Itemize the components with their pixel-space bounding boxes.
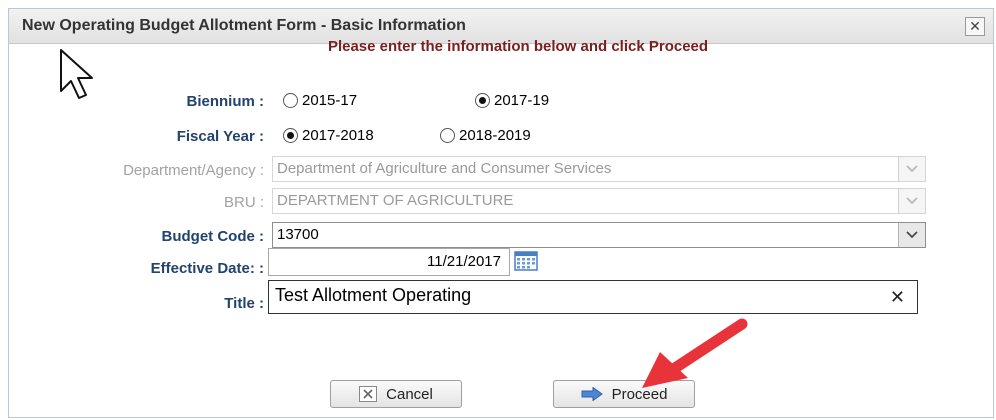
instruction-text: Please enter the information below and c… (327, 38, 709, 55)
biennium-option-2017-19[interactable]: 2017-19 (475, 92, 549, 109)
radio-selected-icon (475, 93, 490, 108)
title-input[interactable]: Test Allotment Operating ✕ (268, 280, 918, 314)
effective-date-input[interactable]: 11/21/2017 (268, 248, 510, 276)
chevron-down-icon[interactable] (898, 223, 925, 247)
bru-select: DEPARTMENT OF AGRICULTURE (272, 188, 926, 214)
biennium-option-2015-17[interactable]: 2015-17 (283, 92, 357, 109)
department-agency-select: Department of Agriculture and Consumer S… (272, 156, 926, 182)
radio-icon (440, 128, 455, 143)
department-agency-label: Department/Agency : (123, 162, 264, 179)
annotation-arrow-icon (642, 318, 748, 388)
fiscal-year-label: Fiscal Year : (176, 128, 264, 145)
radio-selected-icon (283, 128, 298, 143)
fiscal-year-option-label: 2017-2018 (302, 127, 374, 144)
fiscal-year-option-label: 2018-2019 (459, 127, 531, 144)
budget-code-label: Budget Code : (161, 228, 265, 245)
department-agency-value: Department of Agriculture and Consumer S… (277, 160, 612, 177)
title-input-value: Test Allotment Operating (275, 285, 472, 305)
calendar-icon[interactable] (514, 251, 538, 271)
fiscal-year-option-2018-2019[interactable]: 2018-2019 (440, 127, 531, 144)
title-label: Title : (224, 295, 264, 312)
radio-icon (283, 93, 298, 108)
mouse-pointer-icon (60, 49, 93, 99)
arrow-right-icon (581, 387, 603, 401)
effective-date-label: Effective Date: : (150, 260, 264, 277)
bru-value: DEPARTMENT OF AGRICULTURE (277, 192, 514, 209)
effective-date-value: 11/21/2017 (427, 253, 501, 270)
fiscal-year-option-2017-2018[interactable]: 2017-2018 (283, 127, 374, 144)
chevron-down-icon (898, 157, 925, 181)
clear-icon[interactable]: ✕ (890, 287, 905, 308)
biennium-option-label: 2015-17 (302, 92, 358, 109)
dialog-title: New Operating Budget Allotment Form - Ba… (22, 17, 466, 34)
chevron-down-icon (898, 189, 925, 213)
biennium-label: Biennium : (186, 93, 265, 110)
cancel-button[interactable]: Cancel (330, 380, 462, 408)
cancel-x-icon (359, 386, 378, 402)
bru-label: BRU : (223, 194, 264, 211)
budget-code-select[interactable]: 13700 (272, 222, 926, 248)
budget-code-value: 13700 (277, 226, 319, 243)
cancel-button-label: Cancel (386, 385, 433, 403)
biennium-option-label: 2017-19 (494, 92, 550, 109)
close-dialog-button[interactable]: ✕ (965, 17, 985, 36)
